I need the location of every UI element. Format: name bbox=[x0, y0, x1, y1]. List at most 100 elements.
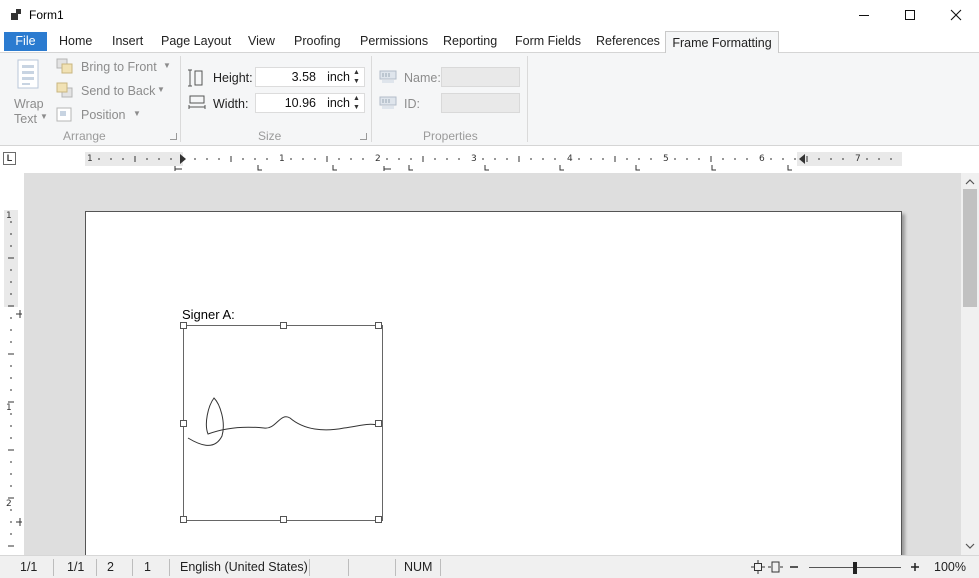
maximize-icon bbox=[905, 10, 915, 20]
position-button[interactable]: Position ▼ bbox=[56, 106, 156, 126]
send-to-back-icon bbox=[56, 82, 73, 98]
spin-up-icon[interactable]: ▲ bbox=[353, 95, 361, 103]
status-num-lock: NUM bbox=[404, 560, 433, 574]
close-button[interactable] bbox=[933, 0, 979, 30]
ruler-number: 6 bbox=[759, 154, 765, 164]
tab-insert[interactable]: Insert bbox=[112, 30, 143, 52]
maximize-button[interactable] bbox=[887, 0, 933, 30]
scroll-up-icon[interactable] bbox=[965, 178, 975, 186]
bring-to-front-button[interactable]: Bring to Front ▼ bbox=[56, 58, 176, 78]
document-page[interactable]: Signer A: bbox=[85, 211, 902, 555]
group-divider bbox=[180, 56, 181, 142]
width-spinner[interactable]: 10.96 inch ▲ ▼ bbox=[255, 93, 365, 113]
tab-view[interactable]: View bbox=[248, 30, 275, 52]
send-to-back-button[interactable]: Send to Back ▼ bbox=[56, 82, 176, 102]
signature-drawing bbox=[187, 397, 381, 446]
position-label: Position bbox=[81, 108, 126, 122]
ribbon-panel: Wrap Text ▼ Bring to Front ▼ Send to Bac… bbox=[0, 52, 979, 146]
fit-width-icon[interactable] bbox=[768, 560, 783, 574]
height-unit: inch bbox=[327, 70, 350, 84]
chevron-down-icon: ▼ bbox=[157, 85, 165, 94]
tab-home[interactable]: Home bbox=[59, 30, 92, 52]
resize-handle[interactable] bbox=[180, 516, 187, 523]
tab-form-fields[interactable]: Form Fields bbox=[515, 30, 581, 52]
status-language[interactable]: English (United States) bbox=[180, 560, 308, 574]
properties-group-label: Properties bbox=[423, 129, 478, 143]
horizontal-ruler[interactable]: 1 1 2 3 4 5 6 7 bbox=[85, 151, 902, 171]
resize-handle[interactable] bbox=[375, 322, 382, 329]
zoom-level[interactable]: 100% bbox=[934, 560, 966, 574]
spin-up-icon[interactable]: ▲ bbox=[353, 69, 361, 77]
tab-references[interactable]: References bbox=[596, 30, 660, 52]
tab-reporting[interactable]: Reporting bbox=[443, 30, 497, 52]
zoom-out-icon[interactable] bbox=[789, 562, 799, 572]
width-label: Width: bbox=[213, 97, 249, 111]
tab-stop-markers[interactable] bbox=[174, 166, 391, 171]
scrollbar-thumb[interactable] bbox=[963, 189, 977, 307]
status-page: 1/1 bbox=[20, 560, 38, 574]
group-divider bbox=[527, 56, 528, 142]
document-workspace[interactable]: Signer A: bbox=[24, 173, 961, 555]
bring-to-front-label: Bring to Front bbox=[81, 60, 157, 74]
id-input[interactable] bbox=[441, 93, 520, 113]
ruler-number: 7 bbox=[855, 154, 861, 164]
ruler-number: 3 bbox=[471, 154, 477, 164]
resize-handle[interactable] bbox=[280, 322, 287, 329]
wrap-text-button[interactable]: Wrap Text ▼ bbox=[9, 57, 49, 126]
width-unit: inch bbox=[327, 96, 350, 110]
name-field-icon bbox=[379, 70, 397, 83]
chevron-down-icon: ▼ bbox=[133, 109, 141, 118]
size-group-label: Size bbox=[258, 129, 282, 143]
window-title: Form1 bbox=[29, 8, 64, 22]
ruler-number: 1 bbox=[6, 211, 12, 221]
chevron-down-icon: ▼ bbox=[40, 112, 48, 121]
name-input[interactable] bbox=[441, 67, 520, 87]
resize-handle[interactable] bbox=[375, 420, 382, 427]
vertical-ruler[interactable]: 1 1 2 bbox=[2, 210, 22, 555]
status-divider bbox=[169, 559, 170, 576]
status-divider bbox=[440, 559, 441, 576]
resize-handle[interactable] bbox=[375, 516, 382, 523]
bring-to-front-icon bbox=[56, 58, 73, 74]
wrap-text-label-1: Wrap bbox=[14, 97, 44, 111]
status-section: 1/1 bbox=[67, 560, 85, 574]
signature-frame[interactable] bbox=[180, 322, 383, 523]
tab-file[interactable]: File bbox=[4, 32, 47, 51]
minimize-button[interactable] bbox=[841, 0, 887, 30]
position-icon bbox=[56, 107, 72, 122]
tab-proofing[interactable]: Proofing bbox=[294, 30, 341, 52]
tab-permissions[interactable]: Permissions bbox=[360, 30, 428, 52]
scroll-down-icon[interactable] bbox=[965, 542, 975, 550]
status-divider bbox=[96, 559, 97, 576]
height-spinner[interactable]: 3.58 inch ▲ ▼ bbox=[255, 67, 365, 87]
fit-page-icon[interactable] bbox=[751, 560, 765, 574]
wrap-text-label-2: Text bbox=[14, 112, 37, 126]
ruler-number: 5 bbox=[663, 154, 669, 164]
ruler-number: 4 bbox=[567, 154, 573, 164]
vertical-scrollbar[interactable] bbox=[961, 173, 979, 555]
ruler-number: 1 bbox=[87, 154, 93, 164]
spin-down-icon[interactable]: ▼ bbox=[353, 104, 361, 112]
minimize-icon bbox=[859, 15, 869, 16]
resize-handle[interactable] bbox=[180, 322, 187, 329]
resize-handle[interactable] bbox=[180, 420, 187, 427]
tab-stop-selector[interactable]: L bbox=[3, 152, 16, 165]
zoom-slider-thumb[interactable] bbox=[853, 562, 857, 574]
group-divider bbox=[371, 56, 372, 142]
ribbon-tabs: File Home Insert Page Layout View Proofi… bbox=[0, 30, 979, 53]
tab-frame-formatting[interactable]: Frame Formatting bbox=[665, 31, 779, 53]
tab-page-layout[interactable]: Page Layout bbox=[161, 30, 231, 52]
arrange-group-label: Arrange bbox=[63, 129, 106, 143]
ruler-number: 2 bbox=[6, 499, 12, 509]
resize-handle[interactable] bbox=[280, 516, 287, 523]
spin-down-icon[interactable]: ▼ bbox=[353, 78, 361, 86]
zoom-in-icon[interactable] bbox=[910, 562, 920, 572]
size-dialog-launcher-icon[interactable] bbox=[360, 133, 367, 140]
arrange-dialog-launcher-icon[interactable] bbox=[170, 133, 177, 140]
zoom-slider[interactable] bbox=[809, 561, 901, 575]
chevron-down-icon: ▼ bbox=[163, 61, 171, 70]
width-value: 10.96 bbox=[284, 96, 316, 110]
id-field-icon bbox=[379, 96, 397, 109]
height-icon bbox=[188, 69, 203, 87]
app-icon bbox=[11, 9, 21, 20]
